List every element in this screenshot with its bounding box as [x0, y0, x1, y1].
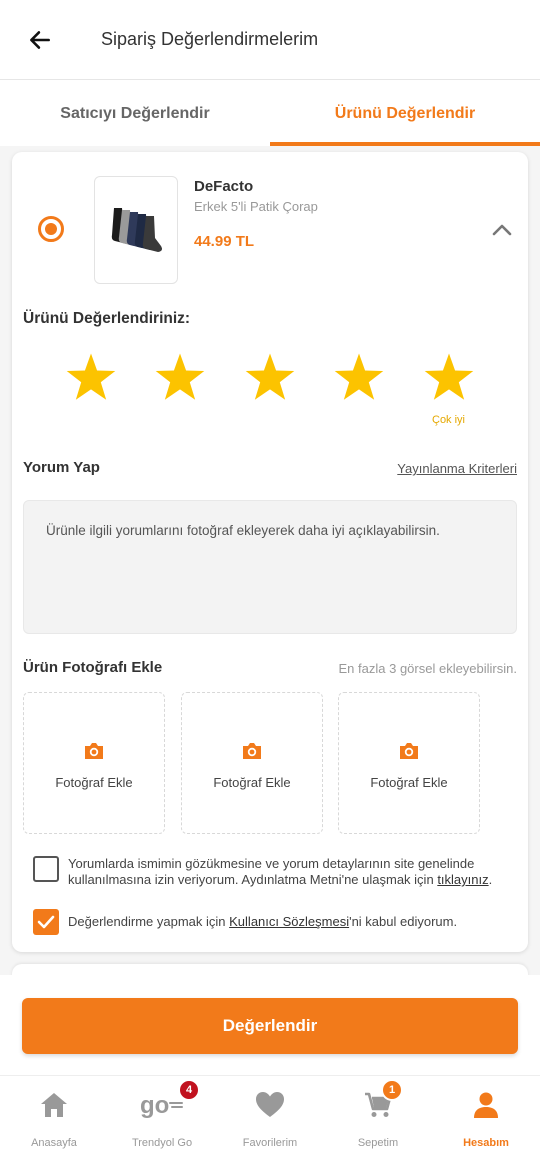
cart-badge: 1	[381, 1079, 403, 1101]
tab-rate-seller[interactable]: Satıcıyı Değerlendir	[0, 80, 270, 146]
comment-input[interactable]	[23, 500, 517, 634]
user-agreement-link[interactable]: Kullanıcı Sözleşmesi	[229, 914, 349, 929]
rating-title: Ürünü Değerlendiriniz:	[23, 310, 191, 327]
user-icon	[474, 1092, 498, 1118]
star-icon-3[interactable]	[242, 350, 298, 406]
nav-item-favorites[interactable]: Favorilerim	[216, 1076, 324, 1156]
nav-label-cart: Sepetim	[357, 1137, 399, 1149]
name-consent-row: Yorumlarda ismimin gözükmesine ve yorum …	[33, 856, 513, 888]
star-icon-5[interactable]	[421, 350, 477, 406]
nav-label-account: Hesabım	[463, 1137, 509, 1149]
heart-icon	[256, 1092, 284, 1117]
comment-title: Yorum Yap	[23, 459, 100, 476]
go-badge: 4	[178, 1079, 200, 1101]
radio-selected-dot	[45, 223, 57, 235]
camera-icon	[400, 742, 418, 759]
add-photo-label: Fotoğraf Ekle	[370, 774, 448, 790]
product-name: Erkek 5'li Patik Çorap	[194, 199, 318, 214]
name-consent-checkbox[interactable]	[33, 856, 59, 882]
arrow-left-icon	[30, 30, 50, 49]
add-photo-label: Fotoğraf Ekle	[213, 774, 291, 790]
privacy-notice-link[interactable]: tıklayınız	[437, 872, 488, 887]
terms-consent-prefix: Değerlendirme yapmak için	[68, 914, 226, 929]
product-brand: DeFacto	[194, 178, 254, 195]
product-price: 44.99 TL	[194, 233, 255, 250]
home-icon	[41, 1093, 67, 1117]
star-icon-4[interactable]	[331, 350, 387, 406]
page-title: Sipariş Değerlendirmelerim	[101, 29, 319, 49]
product-image	[94, 176, 178, 284]
add-photo-button[interactable]: Fotoğraf Ekle	[23, 692, 165, 834]
camera-icon	[85, 742, 103, 759]
svg-text:go: go	[140, 1092, 169, 1119]
nav-label-go: Trendyol Go	[131, 1137, 193, 1149]
product-select-radio[interactable]	[38, 216, 64, 242]
nav-item-cart[interactable]: 1 Sepetim	[324, 1076, 432, 1156]
terms-consent-row: Değerlendirme yapmak için Kullanıcı Sözl…	[33, 909, 513, 935]
terms-consent-suffix: 'ni kabul ediyorum.	[349, 914, 458, 929]
nav-item-trendyol-go[interactable]: go 4 Trendyol Go	[108, 1076, 216, 1156]
terms-consent-checkbox[interactable]	[33, 909, 59, 935]
star-rating	[12, 350, 528, 406]
star-icon-1[interactable]	[63, 350, 119, 406]
top-bar: Sipariş Değerlendirmelerim	[0, 0, 540, 80]
publishing-criteria-link[interactable]: Yayınlanma Kriterleri	[397, 461, 517, 476]
nav-label-favorites: Favorilerim	[242, 1137, 298, 1149]
submit-bar: Değerlendir	[0, 975, 540, 1075]
photo-section-title: Ürün Fotoğrafı Ekle	[23, 659, 163, 676]
add-photo-label: Fotoğraf Ekle	[55, 774, 133, 790]
name-consent-suffix: .	[488, 872, 493, 887]
nav-item-account[interactable]: Hesabım	[432, 1076, 540, 1156]
camera-icon	[243, 742, 261, 759]
collapse-button[interactable]	[490, 218, 514, 242]
tab-bar: Satıcıyı Değerlendir Ürünü Değerlendir	[0, 80, 540, 146]
bottom-navigation: Anasayfa go 4 Trendyol Go Favorilerim 1 …	[0, 1075, 540, 1156]
chevron-up-icon	[492, 224, 512, 236]
tab-rate-product[interactable]: Ürünü Değerlendir	[270, 80, 540, 146]
review-card: DeFacto Erkek 5'li Patik Çorap 44.99 TL …	[12, 152, 528, 952]
rating-label: Çok iyi	[432, 414, 466, 426]
checkmark-icon	[37, 915, 55, 929]
photo-limit-hint: En fazla 3 görsel ekleyebilirsin.	[338, 661, 517, 676]
name-consent-text: Yorumlarda ismimin gözükmesine ve yorum …	[68, 856, 475, 887]
trendyol-go-icon: go	[140, 1092, 183, 1119]
nav-label-home: Anasayfa	[31, 1137, 77, 1149]
add-photo-button[interactable]: Fotoğraf Ekle	[338, 692, 480, 834]
back-button[interactable]	[0, 0, 80, 80]
add-photo-button[interactable]: Fotoğraf Ekle	[181, 692, 323, 834]
submit-review-button[interactable]: Değerlendir	[22, 998, 518, 1054]
star-icon-2[interactable]	[152, 350, 208, 406]
nav-item-home[interactable]: Anasayfa	[0, 1076, 108, 1156]
